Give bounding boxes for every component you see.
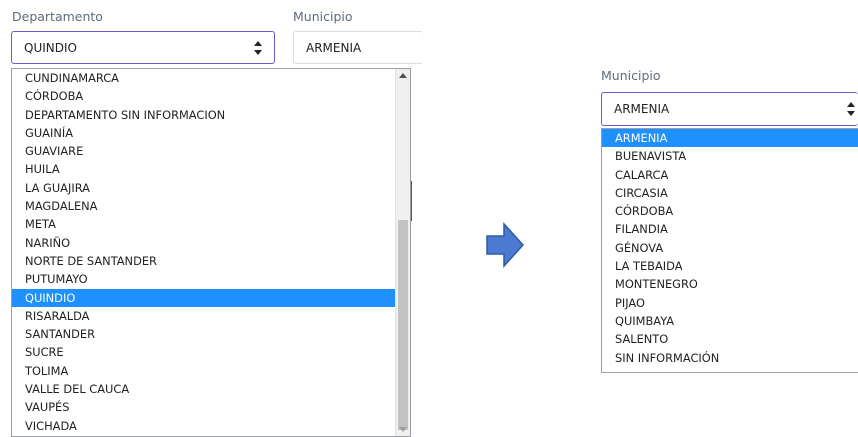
departamento-option[interactable]: VALLE DEL CAUCA: [12, 380, 396, 398]
scroll-down-arrow-icon[interactable]: [399, 427, 407, 432]
municipio-dropdown[interactable]: ARMENIA BUENAVISTA CALARCA CIRCASIA CÓRDOBA F…: [601, 128, 858, 373]
municipio-option-list: ARMENIA BUENAVISTA CALARCA CIRCASIA CÓRDOBA F…: [602, 129, 858, 367]
municipio-label-right: Municipio: [601, 68, 661, 83]
municipio-select-left-value: ARMENIA: [306, 40, 362, 55]
municipio-label-left: Municipio: [293, 9, 353, 24]
departamento-option-list: CUNDINAMARCA CÓRDOBA DEPARTAMENTO SIN INFO…: [12, 69, 396, 435]
departamento-option[interactable]: CÓRDOBA: [12, 87, 396, 105]
municipio-option[interactable]: FILANDIA: [602, 220, 858, 238]
municipio-option[interactable]: MONTENEGRO: [602, 275, 858, 293]
municipio-option[interactable]: ARMENIA: [602, 129, 858, 148]
scroll-up-arrow-icon[interactable]: [399, 73, 407, 78]
right-arrow-icon: [486, 222, 524, 268]
municipio-select-left[interactable]: ARMENIA: [293, 31, 423, 64]
departamento-option[interactable]: DEPARTAMENTO SIN INFORMACION: [12, 106, 396, 124]
departamento-option[interactable]: NORTE DE SANTANDER: [12, 252, 396, 270]
municipio-select-right[interactable]: ARMENIA: [601, 92, 858, 126]
departamento-option[interactable]: GUAVIARE: [12, 142, 396, 160]
departamento-option[interactable]: GUAINÍA: [12, 124, 396, 142]
scrollbar-thumb[interactable]: [398, 220, 408, 430]
departamento-select-value: QUINDIO: [24, 40, 77, 55]
municipio-option[interactable]: BUENAVISTA: [602, 147, 858, 165]
departamento-dropdown[interactable]: CUNDINAMARCA CÓRDOBA DEPARTAMENTO SIN INFO…: [11, 68, 411, 437]
municipio-option[interactable]: SALENTO: [602, 330, 858, 348]
municipio-option[interactable]: PIJAO: [602, 294, 858, 312]
departamento-option[interactable]: PUTUMAYO: [12, 270, 396, 288]
departamento-option[interactable]: HUILA: [12, 160, 396, 178]
municipio-option[interactable]: CALARCA: [602, 166, 858, 184]
departamento-option[interactable]: SANTANDER: [12, 325, 396, 343]
departamento-option[interactable]: VICHADA: [12, 417, 396, 435]
municipio-option[interactable]: LA TEBAIDA: [602, 257, 858, 275]
departamento-select[interactable]: QUINDIO: [11, 31, 275, 64]
departamento-option[interactable]: CUNDINAMARCA: [12, 69, 396, 87]
dropdown-scrollbar[interactable]: [395, 69, 410, 436]
departamento-option[interactable]: LA GUAJIRA: [12, 179, 396, 197]
departamento-option[interactable]: QUINDIO: [12, 288, 396, 307]
departamento-option[interactable]: SUCRE: [12, 343, 396, 361]
departamento-option[interactable]: RISARALDA: [12, 307, 396, 325]
municipio-option[interactable]: SIN INFORMACIÓN: [602, 349, 858, 367]
municipio-option[interactable]: CIRCASIA: [602, 184, 858, 202]
departamento-option[interactable]: MAGDALENA: [12, 197, 396, 215]
municipio-select-right-value: ARMENIA: [614, 102, 670, 116]
updown-caret-icon: [847, 102, 855, 116]
departamento-option[interactable]: META: [12, 215, 396, 233]
departamento-option[interactable]: TOLIMA: [12, 362, 396, 380]
municipio-option[interactable]: GÉNOVA: [602, 239, 858, 257]
departamento-label: Departamento: [12, 9, 103, 24]
updown-caret-icon: [254, 41, 262, 55]
municipio-option[interactable]: QUIMBAYA: [602, 312, 858, 330]
departamento-option[interactable]: VAUPÉS: [12, 398, 396, 416]
municipio-option[interactable]: CÓRDOBA: [602, 202, 858, 220]
departamento-option[interactable]: NARIÑO: [12, 234, 396, 252]
